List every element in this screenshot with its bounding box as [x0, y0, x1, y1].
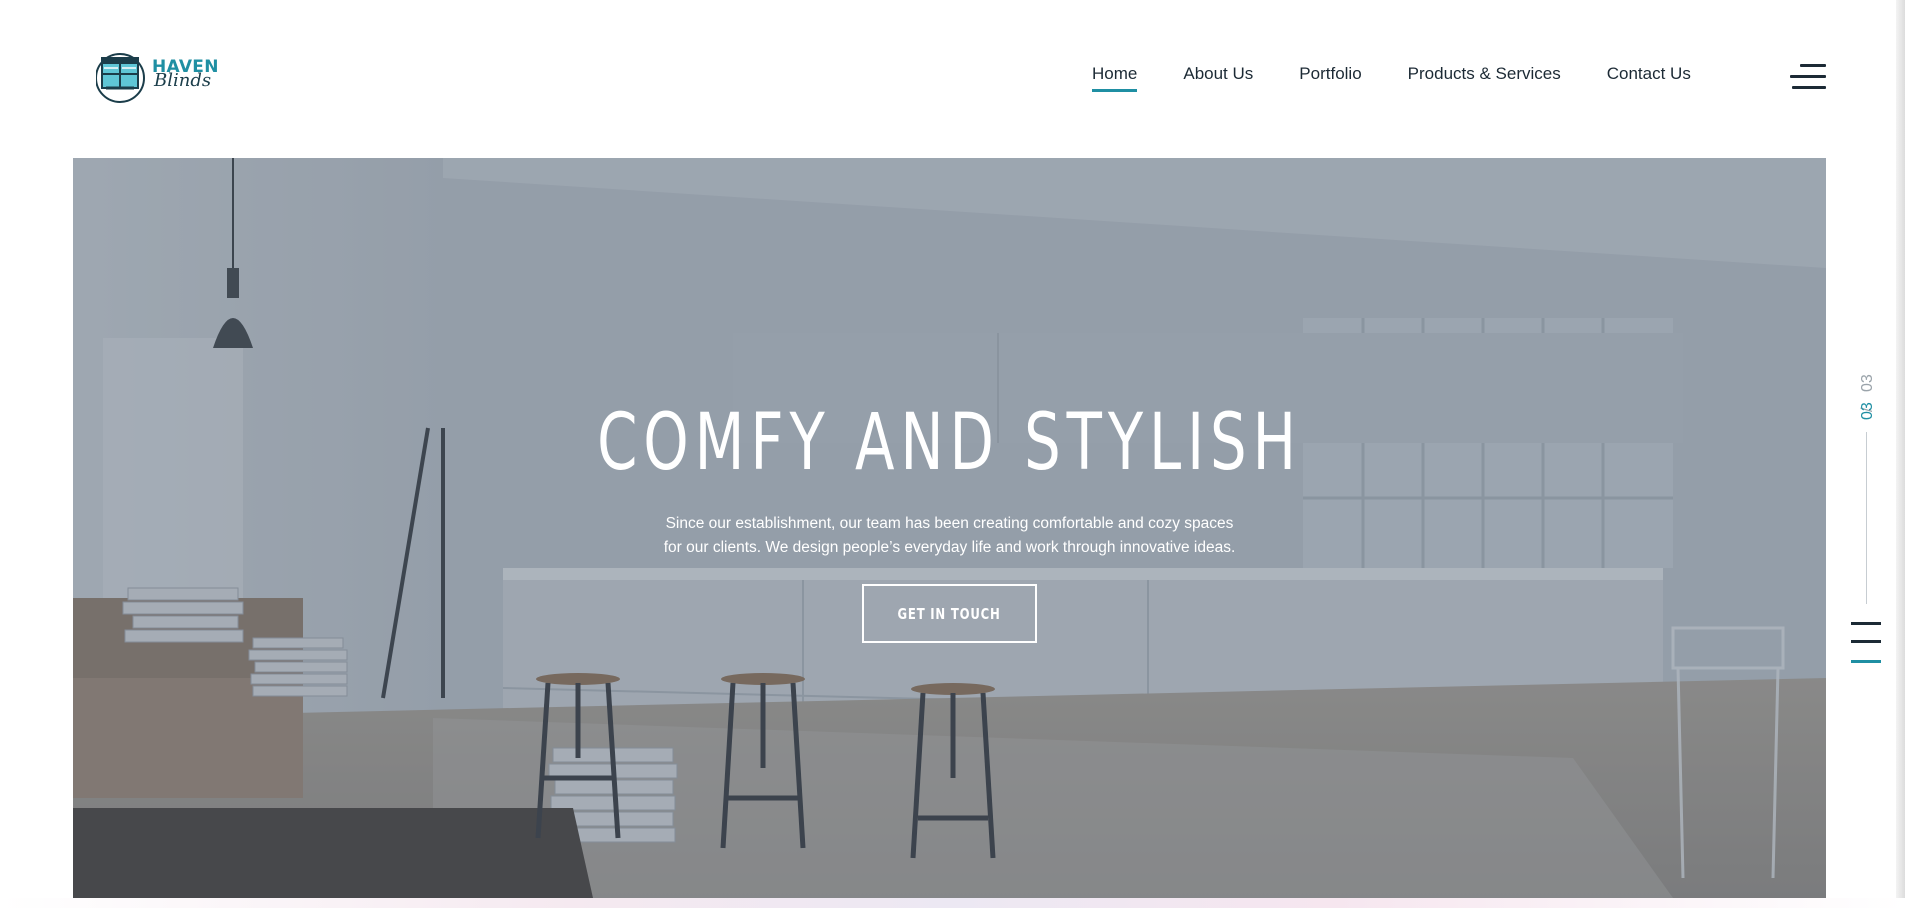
main-nav: Home About Us Portfolio Products & Servi…: [1092, 64, 1737, 92]
slide-counter: 03 / 03: [1851, 360, 1881, 420]
nav-item-products-services[interactable]: Products & Services: [1408, 64, 1561, 92]
get-in-touch-button[interactable]: GET IN TOUCH: [862, 584, 1037, 643]
nav-item-home[interactable]: Home: [1092, 64, 1138, 92]
logo-text-secondary: Blinds: [154, 70, 212, 91]
nav-item-contact-us[interactable]: Contact Us: [1607, 64, 1691, 92]
nav-item-about-us[interactable]: About Us: [1183, 64, 1253, 92]
nav-item-portfolio[interactable]: Portfolio: [1299, 64, 1361, 92]
get-in-touch-label: GET IN TOUCH: [897, 604, 1002, 623]
hero-description-line-1: Since our establishment, our team has be…: [665, 515, 1234, 532]
site-header: HAVEN Blinds Home About Us Portfolio Pro…: [0, 0, 1905, 158]
slide-nav-icon[interactable]: [1851, 620, 1881, 666]
hero-description-line-2: for our clients. We design people’s ever…: [663, 539, 1236, 556]
scrollbar[interactable]: [1896, 0, 1905, 908]
hero-slider: COMFY AND STYLISH Since our establishmen…: [73, 158, 1826, 898]
hamburger-icon[interactable]: [1790, 64, 1826, 90]
slide-progress-line: [1866, 432, 1867, 604]
next-section-peek: [0, 898, 1905, 908]
hero-title: COMFY AND STYLISH: [597, 398, 1302, 488]
hero-description: Since our establishment, our team has be…: [73, 512, 1826, 560]
slide-total: 03: [1859, 374, 1876, 392]
slide-current: 03: [1859, 402, 1876, 420]
